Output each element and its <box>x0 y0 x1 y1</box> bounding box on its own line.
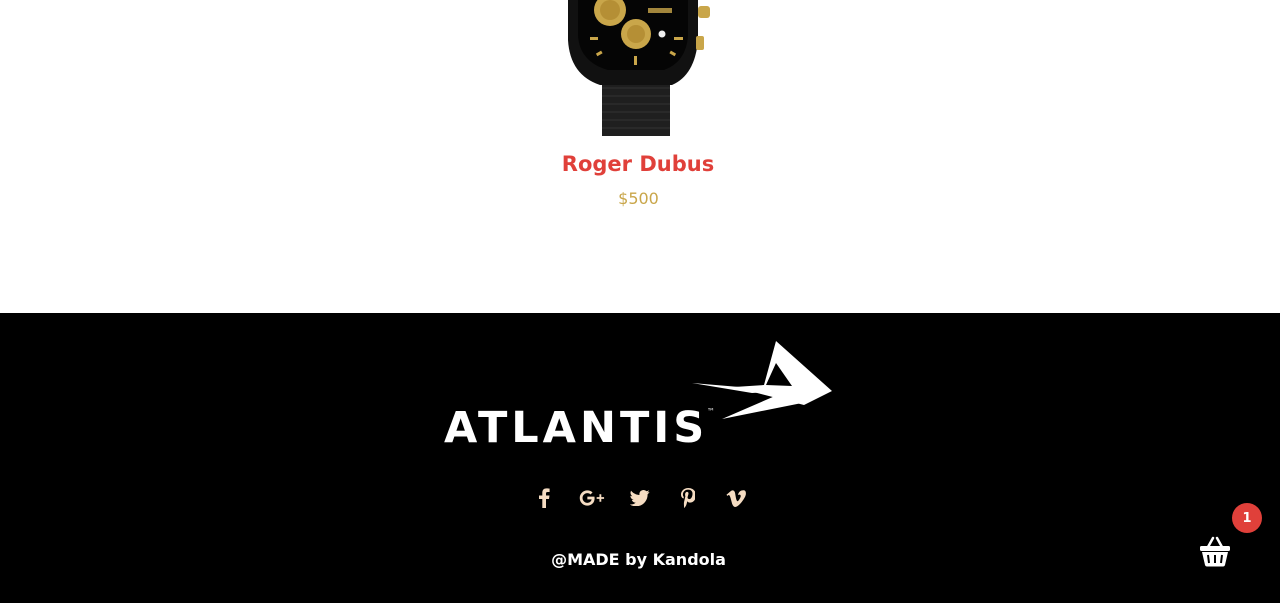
pinterest-link[interactable] <box>675 485 701 511</box>
facebook-icon <box>539 488 550 508</box>
basket-icon <box>1200 536 1230 567</box>
cart-count-badge: 1 <box>1232 503 1262 533</box>
cart-button[interactable] <box>1196 533 1234 571</box>
product-section: Roger Dubus $500 <box>0 0 1280 313</box>
google-plus-icon <box>579 490 605 506</box>
social-links <box>0 485 1280 515</box>
footer: ATLANTIS ™ @MADE by Kandola <box>0 313 1280 603</box>
product-name[interactable]: Roger Dubus <box>0 152 1276 176</box>
google-plus-link[interactable] <box>579 485 605 511</box>
facebook-link[interactable] <box>531 485 557 511</box>
pinterest-icon <box>681 488 695 508</box>
twitter-icon <box>630 490 650 506</box>
product-price: $500 <box>618 189 659 208</box>
vimeo-link[interactable] <box>723 485 749 511</box>
twitter-link[interactable] <box>627 485 653 511</box>
vimeo-icon <box>726 489 746 507</box>
product-image[interactable] <box>560 0 720 136</box>
copyright-text: @MADE by Kandola <box>551 550 726 569</box>
watch-image <box>568 0 710 136</box>
brand-logo[interactable]: ATLANTIS ™ <box>444 341 834 453</box>
logo-trademark: ™ <box>707 407 715 416</box>
logo-text: ATLANTIS <box>444 403 709 453</box>
